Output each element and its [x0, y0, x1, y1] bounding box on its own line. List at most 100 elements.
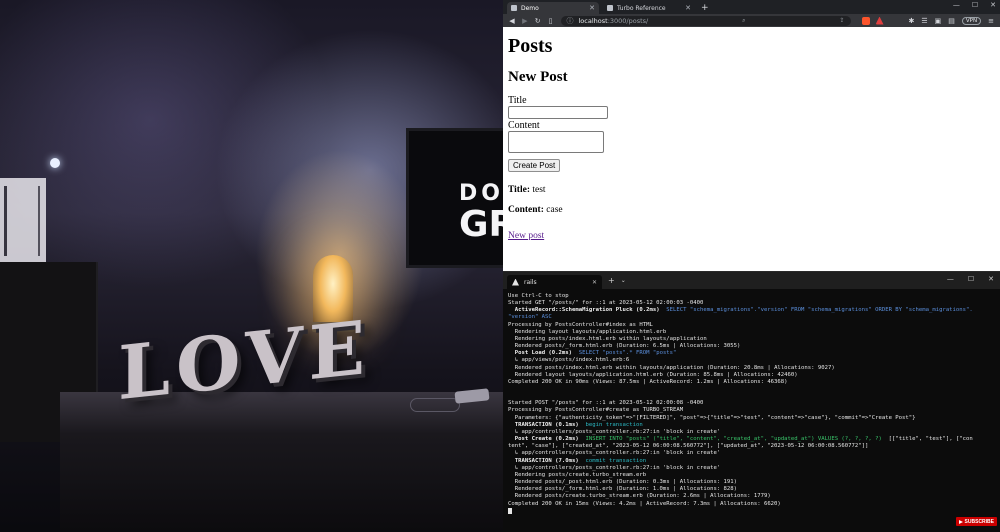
terminal-text-segment: Rendered posts/create.turbo_stream.erb (… [508, 493, 771, 500]
close-icon[interactable]: ✕ [685, 4, 691, 12]
desktop-wallpaper: DO GR LOVE [0, 0, 503, 532]
terminal-line: Completed 200 OK in 15ms (Views: 4.2ms |… [508, 501, 995, 508]
chevron-down-icon[interactable]: ⌄ [621, 277, 626, 284]
terminal-text-segment: ↳ app/views/posts/index.html.erb:6 [508, 357, 630, 364]
wallet-icon[interactable]: ▤ [948, 17, 955, 25]
share-icon[interactable]: ⇪ [839, 17, 844, 24]
terminal-line: ActiveRecord::SchemaMigration Pluck (0.2… [508, 307, 995, 314]
terminal-tabbar: rails ✕ + ⌄ — ☐ ✕ [503, 272, 1000, 289]
terminal-text-segment: SELECT "posts".* FROM "posts" [572, 350, 677, 357]
terminal-line: Use Ctrl-C to stop [508, 293, 995, 300]
terminal-line: Rendered layout layouts/application.html… [508, 372, 995, 379]
post-title-key: Title: [508, 185, 530, 195]
terminal-line: tent", "case"], ["created_at", "2023-05-… [508, 443, 995, 450]
tab-label: Demo [521, 4, 539, 12]
page-title: Posts [508, 35, 553, 57]
new-terminal-tab-button[interactable]: + [608, 276, 615, 285]
reading-list-icon[interactable]: ☰ [921, 17, 927, 25]
url-path: :3000/posts/ [607, 16, 649, 25]
menu-icon[interactable]: ≡ [988, 17, 994, 25]
brave-rewards-icon[interactable] [875, 16, 884, 25]
zoom-icon[interactable]: ⌕ [742, 17, 745, 25]
title-label: Title [508, 95, 527, 106]
terminal-output[interactable]: Use Ctrl-C to stop Started GET "/posts/" … [503, 289, 1000, 515]
terminal-text-segment: Processing by PostsController#index as H… [508, 321, 653, 328]
terminal-text-segment: TRANSACTION (0.1ms) [508, 421, 579, 428]
browser-tabbar: Demo ✕ Turbo Reference ✕ + — ☐ ✕ [503, 0, 1000, 14]
brave-shield-icon[interactable] [861, 16, 870, 25]
terminal-line: Post Load (0.2ms) SELECT "posts".* FROM … [508, 350, 995, 357]
terminal-line: Rendering posts/create.turbo_stream.erb [508, 472, 995, 479]
address-toolbar: ◀ ▶ ↻ ▯ ⓘ localhost:3000/posts/ ⌕ ⇪ ✱ ☰ … [503, 14, 1000, 27]
terminal-text-segment: Rendering layout layouts/application.htm… [508, 328, 667, 335]
terminal-text-segment: ↳ app/controllers/posts_controller.rb:27… [508, 428, 721, 435]
terminal-line: Parameters: {"authenticity_token"=>"[FIL… [508, 415, 995, 422]
new-post-link[interactable]: New post [508, 231, 544, 241]
terminal-line: Rendered posts/_post.html.erb (Duration:… [508, 479, 995, 486]
close-window-button[interactable]: ✕ [990, 0, 996, 10]
post-content-line: Content: case [508, 205, 998, 216]
terminal-text-segment: Rendered posts/_form.html.erb (Duration:… [508, 486, 738, 493]
cable-photo [410, 398, 460, 412]
close-window-button[interactable]: ✕ [988, 275, 994, 283]
terminal-window: rails ✕ + ⌄ — ☐ ✕ Use Ctrl-C to stop Star… [503, 271, 1000, 532]
terminal-text-segment: ↳ app/controllers/posts_controller.rb:27… [508, 464, 721, 471]
terminal-line: ↳ app/views/posts/index.html.erb:6 [508, 357, 995, 364]
terminal-text-segment: Completed 200 OK in 90ms (Views: 87.5ms … [508, 378, 788, 385]
terminal-tab-rails[interactable]: rails ✕ [507, 275, 602, 289]
extension-icons [861, 16, 884, 25]
terminal-text-segment: SELECT "schema_migrations"."version" FRO… [659, 307, 973, 314]
minimize-button[interactable]: — [947, 275, 954, 283]
terminal-line: Rendered posts/index.html.erb within lay… [508, 365, 995, 372]
tab-turbo-reference[interactable]: Turbo Reference ✕ [603, 2, 695, 14]
create-post-button[interactable]: Create Post [508, 159, 561, 172]
terminal-line: ↳ app/controllers/posts_controller.rb:27… [508, 465, 995, 472]
url-text: localhost:3000/posts/ [579, 17, 649, 25]
terminal-line: Rendering posts/index.html.erb within la… [508, 336, 995, 343]
terminal-line: "version" ASC [508, 314, 995, 321]
terminal-text-segment: Rendered posts/_form.html.erb (Duration:… [508, 343, 741, 350]
terminal-prompt-line [508, 507, 995, 516]
terminal-text-segment: Parameters: {"authenticity_token"=>"[FIL… [508, 414, 916, 421]
url-bar[interactable]: ⓘ localhost:3000/posts/ ⌕ ⇪ [560, 15, 851, 26]
tab-demo[interactable]: Demo ✕ [507, 2, 599, 14]
subscribe-badge[interactable]: SUBSCRIBE [955, 517, 997, 526]
terminal-text-segment: Started POST "/posts" for ::1 at 2023-05… [508, 400, 704, 407]
site-info-icon[interactable]: ⓘ [567, 16, 574, 26]
page-icon [607, 5, 613, 11]
minimize-button[interactable]: — [953, 0, 960, 10]
close-icon[interactable]: ✕ [589, 4, 595, 12]
extensions-icon[interactable]: ✱ [909, 17, 915, 25]
subscribe-label: SUBSCRIBE [964, 518, 994, 525]
speaker-light [50, 158, 60, 168]
terminal-text-segment: ActiveRecord::SchemaMigration Pluck (0.2… [508, 307, 660, 314]
maximize-button[interactable]: ☐ [972, 0, 978, 10]
terminal-line: Completed 200 OK in 90ms (Views: 87.5ms … [508, 379, 995, 386]
forward-icon[interactable]: ▶ [522, 17, 528, 25]
terminal-line: TRANSACTION (0.1ms) begin transaction [508, 422, 995, 429]
terminal-line: Post Create (0.2ms) INSERT INTO "posts" … [508, 436, 995, 443]
terminal-line: Processing by PostsController#create as … [508, 407, 995, 414]
new-tab-button[interactable]: + [701, 2, 709, 14]
sidebar-icon[interactable]: ▣ [935, 17, 942, 25]
terminal-tab-label: rails [524, 278, 537, 286]
browser-window-controls: — ☐ ✕ [953, 0, 996, 10]
reload-icon[interactable]: ↻ [535, 17, 541, 25]
terminal-text-segment: [["title", "test"], ["con [881, 436, 973, 443]
form-title: New Post [508, 69, 568, 85]
monitor-text: DO GR [459, 183, 503, 243]
terminal-window-controls: — ☐ ✕ [947, 275, 994, 283]
title-input[interactable] [508, 106, 608, 119]
content-textarea[interactable] [508, 131, 604, 153]
terminal-text-segment: ↳ app/controllers/posts_controller.rb:27… [508, 450, 721, 457]
close-icon[interactable]: ✕ [592, 279, 597, 286]
terminal-text-segment: Started GET "/posts/" for ::1 at 2023-05… [508, 300, 704, 307]
bookmark-icon[interactable]: ▯ [548, 17, 554, 25]
maximize-button[interactable]: ☐ [968, 275, 974, 283]
terminal-text-segment: INSERT INTO "posts" ("title", "content",… [578, 436, 882, 443]
vpn-button[interactable]: VPN [961, 16, 982, 25]
terminal-line: ↳ app/controllers/posts_controller.rb:27… [508, 450, 995, 457]
terminal-text-segment: TRANSACTION (7.0ms) [508, 457, 579, 464]
back-icon[interactable]: ◀ [509, 17, 515, 25]
